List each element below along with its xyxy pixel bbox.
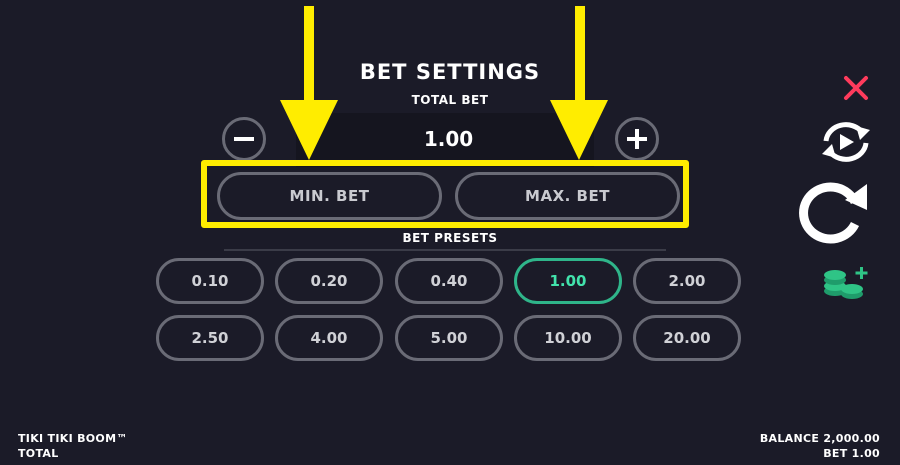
preset-0.40[interactable]: 0.40 bbox=[395, 258, 503, 304]
spin-icon[interactable] bbox=[795, 180, 871, 246]
minus-icon bbox=[234, 137, 254, 141]
preset-2.50[interactable]: 2.50 bbox=[156, 315, 264, 361]
total-label: TOTAL bbox=[18, 447, 59, 460]
preset-4.00[interactable]: 4.00 bbox=[275, 315, 383, 361]
wallet-info: BALANCE 2,000.00 BET 1.00 bbox=[760, 431, 880, 461]
bet-settings-title: BET SETTINGS bbox=[359, 60, 541, 84]
down-arrow-icon bbox=[280, 6, 338, 160]
bet-text: BET 1.00 bbox=[823, 447, 880, 460]
min-max-highlight bbox=[201, 160, 689, 228]
decrease-bet-button[interactable] bbox=[222, 117, 266, 161]
divider bbox=[224, 249, 666, 251]
buy-coins-icon[interactable] bbox=[822, 265, 872, 301]
preset-20.00[interactable]: 20.00 bbox=[633, 315, 741, 361]
preset-0.10[interactable]: 0.10 bbox=[156, 258, 264, 304]
close-icon[interactable] bbox=[840, 74, 872, 102]
game-info: TIKI TIKI BOOM™ TOTAL bbox=[18, 431, 128, 461]
preset-0.20[interactable]: 0.20 bbox=[275, 258, 383, 304]
autoplay-icon[interactable] bbox=[818, 119, 874, 165]
preset-2.00[interactable]: 2.00 bbox=[633, 258, 741, 304]
preset-10.00[interactable]: 10.00 bbox=[514, 315, 622, 361]
plus-icon bbox=[627, 129, 647, 149]
increase-bet-button[interactable] bbox=[615, 117, 659, 161]
preset-5.00[interactable]: 5.00 bbox=[395, 315, 503, 361]
total-bet-label: TOTAL BET bbox=[411, 93, 489, 107]
balance-text: BALANCE 2,000.00 bbox=[759, 432, 880, 445]
bet-presets-label: BET PRESETS bbox=[402, 231, 498, 245]
game-title: TIKI TIKI BOOM™ bbox=[18, 432, 128, 445]
preset-1.00[interactable]: 1.00 bbox=[514, 258, 622, 304]
down-arrow-icon bbox=[550, 6, 608, 160]
